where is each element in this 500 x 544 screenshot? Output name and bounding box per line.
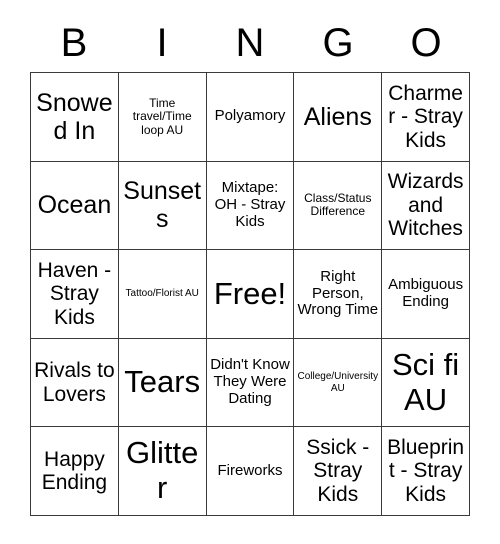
bingo-cell[interactable]: Time travel/Time loop AU	[118, 73, 207, 162]
bingo-cell-label: Charmer - Stray Kids	[388, 81, 463, 152]
bingo-cell-label: Wizards and Witches	[387, 170, 464, 241]
bingo-cell[interactable]: Sunsets	[118, 161, 207, 251]
bingo-cell-label: Time travel/Time loop AU	[132, 95, 192, 137]
bingo-cell-free[interactable]: Free!	[206, 250, 295, 339]
bingo-cell[interactable]: Tears	[118, 338, 207, 428]
bingo-cell[interactable]: Haven - Stray Kids	[31, 250, 119, 339]
bingo-cell-label: Ocean	[37, 191, 112, 220]
bingo-cell[interactable]: Ambiguous Ending	[382, 250, 470, 339]
bingo-cell-label: Glitter	[126, 435, 199, 506]
bingo-cell[interactable]: Didn't Know They Were Dating	[206, 338, 295, 428]
bingo-cell[interactable]: Polyamory	[206, 73, 295, 162]
bingo-cell-label: Ambiguous Ending	[388, 276, 464, 310]
bingo-cell-label: Ssick - Stray Kids	[306, 435, 370, 506]
bingo-cell-label: Blueprint - Stray Kids	[387, 435, 465, 506]
bingo-grid: Snowed In Time travel/Time loop AU Polya…	[30, 72, 470, 516]
bingo-cell[interactable]: Tattoo/Florist AU	[118, 250, 207, 339]
bingo-cell[interactable]: Fireworks	[206, 427, 295, 516]
bingo-cell-label: Fireworks	[217, 461, 283, 479]
bingo-cell-label: Sunsets	[123, 177, 202, 234]
bingo-cell-label: Haven - Stray Kids	[37, 258, 112, 329]
bingo-cell-label: Sci fi AU	[392, 346, 460, 417]
bingo-cell[interactable]: Sci fi AU	[382, 338, 470, 428]
bingo-cell[interactable]: Wizards and Witches	[382, 161, 470, 251]
bingo-cell[interactable]: Aliens	[294, 73, 383, 162]
header-letter-n: N	[235, 21, 265, 65]
header-letter-b: B	[60, 21, 88, 65]
bingo-cell-label: Happy Ending	[41, 447, 108, 495]
bingo-cell-label: Didn't Know They Were Dating	[210, 356, 290, 407]
bingo-cell-label: Polyamory	[214, 107, 286, 125]
bingo-cell[interactable]: Class/Status Difference	[294, 161, 383, 251]
header-letter-o: O	[410, 21, 442, 65]
bingo-cell-label: College/University AU	[297, 371, 379, 394]
bingo-cell[interactable]: College/University AU	[294, 338, 383, 428]
bingo-cell[interactable]: Blueprint - Stray Kids	[382, 427, 470, 516]
bingo-cell[interactable]: Mixtape: OH - Stray Kids	[206, 161, 295, 251]
bingo-cell-label: Tears	[124, 364, 201, 400]
header-letter-i: I	[156, 21, 168, 65]
bingo-cell-label: Class/Status Difference	[304, 190, 372, 219]
bingo-cell[interactable]: Ssick - Stray Kids	[294, 427, 383, 516]
bingo-cell[interactable]: Snowed In	[31, 73, 119, 162]
bingo-header: B I N G O	[30, 14, 470, 72]
bingo-cell[interactable]: Happy Ending	[31, 427, 119, 516]
bingo-cell-label: Aliens	[303, 102, 372, 131]
bingo-cell-label: Mixtape: OH - Stray Kids	[214, 179, 286, 230]
bingo-cell-label: Tattoo/Florist AU	[125, 288, 199, 300]
bingo-cell-label: Snowed In	[36, 88, 113, 145]
bingo-cell-label: Rivals to Lovers	[34, 359, 115, 406]
bingo-cell[interactable]: Charmer - Stray Kids	[382, 73, 470, 162]
bingo-cell[interactable]: Right Person, Wrong Time	[294, 250, 383, 339]
bingo-cell[interactable]: Glitter	[118, 427, 207, 516]
bingo-cell[interactable]: Ocean	[31, 161, 119, 251]
bingo-card: B I N G O Snowed In Time travel/Time loo…	[0, 0, 500, 544]
header-letter-g: G	[322, 21, 354, 65]
bingo-cell-label: Right Person, Wrong Time	[297, 267, 379, 319]
bingo-cell[interactable]: Rivals to Lovers	[31, 338, 119, 428]
bingo-cell-label: Free!	[213, 275, 287, 311]
